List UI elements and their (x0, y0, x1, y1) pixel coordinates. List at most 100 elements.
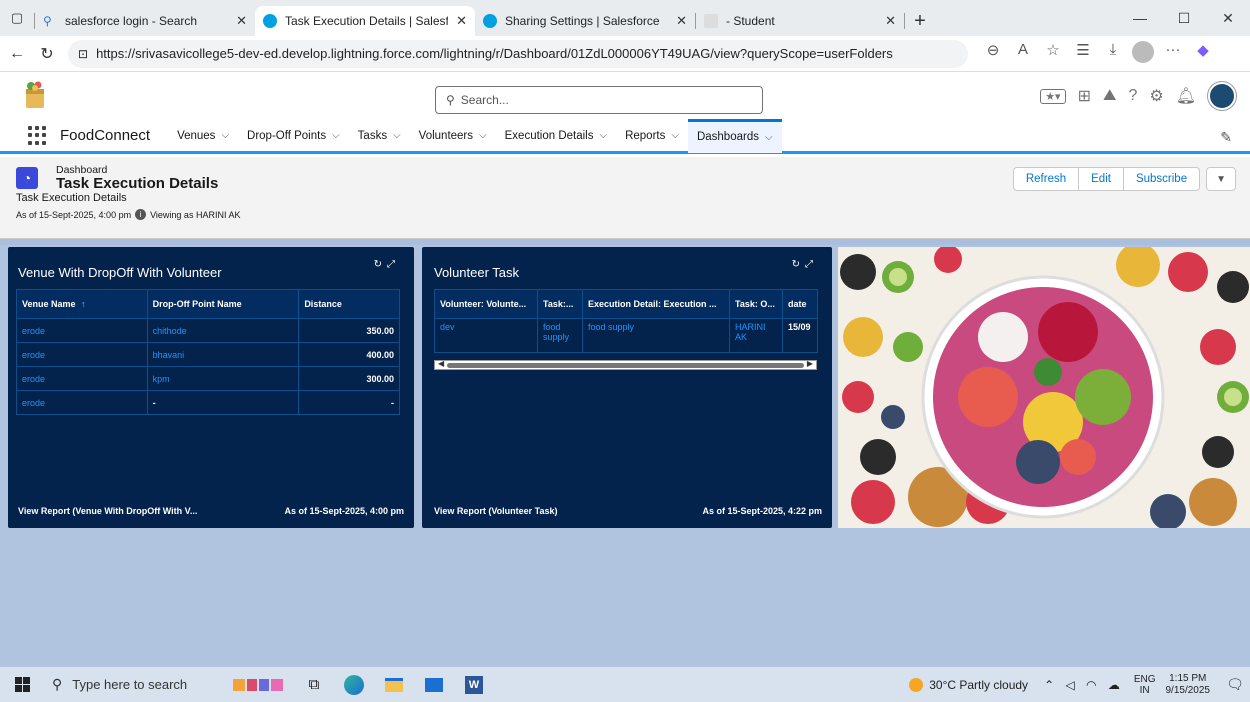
favorites-star-icon[interactable]: ★▾ (1040, 88, 1066, 104)
app-logo-icon[interactable] (20, 80, 50, 110)
nav-item-volunteers[interactable]: Volunteers ⌵ (410, 119, 496, 153)
app-launcher-icon[interactable] (28, 125, 48, 146)
info-icon[interactable]: i (135, 209, 147, 220)
reload-icon[interactable]: ↻ (34, 44, 60, 64)
drop-off-link[interactable]: chithode (146, 318, 300, 343)
expand-icon[interactable]: ⤢ (805, 259, 818, 270)
weather-widget[interactable]: 30°C Partly cloudy (909, 677, 1028, 692)
scroll-left-icon[interactable]: ◀ (438, 359, 444, 368)
view-report-link[interactable]: View Report (Venue With DropOff With V..… (18, 506, 197, 516)
mail-icon[interactable] (414, 667, 454, 702)
nav-item-venues[interactable]: Venues ⌵ (168, 119, 238, 153)
refresh-button[interactable]: Refresh (1012, 167, 1080, 191)
edit-nav-pencil-icon[interactable]: ✎ (1220, 129, 1232, 146)
drop-off-link[interactable]: bhavani (146, 342, 300, 367)
close-tab-icon[interactable]: ✕ (676, 13, 687, 29)
notifications-bell-icon[interactable]: 🔔︎ (1176, 86, 1196, 106)
maximize-icon[interactable]: ☐ (1162, 0, 1206, 36)
close-window-icon[interactable]: ✕ (1206, 0, 1250, 36)
downloads-icon[interactable]: ⤓ (1098, 41, 1128, 67)
word-icon[interactable]: W (454, 667, 494, 702)
venue-link[interactable]: erode (16, 390, 148, 415)
search-placeholder: Search... (460, 93, 509, 107)
drop-off-link[interactable]: kpm (146, 366, 300, 391)
trailhead-icon[interactable]: ⛰ (1103, 87, 1116, 105)
nav-item-tasks[interactable]: Tasks ⌵ (349, 119, 410, 153)
refresh-widget-icon[interactable]: ↻ (374, 259, 387, 270)
global-search-input[interactable]: ⚲ Search... (435, 86, 763, 114)
venue-link[interactable]: erode (16, 342, 148, 367)
more-icon[interactable]: ··· (1158, 41, 1188, 67)
help-icon[interactable]: ? (1128, 87, 1137, 105)
favorites-icon[interactable]: ☰ (1068, 41, 1098, 67)
column-header-drop-off-point[interactable]: Drop-Off Point Name (146, 289, 300, 319)
horizontal-scrollbar[interactable]: ◀ ▶ (434, 359, 817, 370)
task-view-icon[interactable]: ⧉ (294, 667, 334, 702)
column-header-venue-name[interactable]: Venue Name ↑ (16, 289, 148, 319)
profile-icon[interactable] (1128, 40, 1158, 67)
start-button[interactable] (0, 667, 44, 702)
close-tab-icon[interactable]: ✕ (456, 13, 467, 29)
back-icon[interactable]: ← (4, 45, 30, 63)
clock[interactable]: 1:15 PM 9/15/2025 (1166, 673, 1211, 697)
nav-item-reports[interactable]: Reports ⌵ (616, 119, 688, 153)
chevron-down-icon[interactable]: ⌵ (221, 130, 229, 141)
refresh-widget-icon[interactable]: ↻ (792, 259, 805, 270)
edge-browser-icon[interactable] (334, 667, 374, 702)
expand-icon[interactable]: ⤢ (387, 259, 400, 270)
url-field[interactable]: ⊡ https://srivasavicollege5-dev-ed.devel… (68, 39, 968, 68)
column-header-task[interactable]: Task:... (537, 289, 583, 319)
close-tab-icon[interactable]: ✕ (236, 13, 247, 29)
tab-actions-icon[interactable]: ▢ (0, 0, 34, 36)
browser-tab-task-execution[interactable]: Task Execution Details | Salesforce ✕ (255, 6, 475, 36)
zoom-icon[interactable]: ⊖ (978, 41, 1008, 67)
global-create-icon[interactable]: ⊞ (1078, 86, 1091, 106)
chevron-down-icon[interactable]: ⌵ (479, 130, 487, 141)
chevron-down-icon[interactable]: ⌵ (332, 130, 340, 141)
browser-tab-sharing-settings[interactable]: Sharing Settings | Salesforce ✕ (475, 6, 695, 36)
chevron-down-icon[interactable]: ⌵ (599, 130, 607, 141)
notifications-icon[interactable]: 🗨︎ (1220, 676, 1250, 693)
nav-item-execution-details[interactable]: Execution Details ⌵ (496, 119, 616, 153)
site-info-icon[interactable]: ⊡ (78, 47, 88, 61)
browser-tab-student[interactable]: - Student ✕ (696, 6, 904, 36)
task-link[interactable]: food supply (537, 318, 583, 353)
volunteer-link[interactable]: dev (434, 318, 538, 353)
chevron-down-icon[interactable]: ⌵ (393, 130, 401, 141)
close-tab-icon[interactable]: ✕ (885, 13, 896, 29)
user-avatar[interactable] (1208, 82, 1236, 110)
column-header-execution-detail[interactable]: Execution Detail: Execution ... (582, 289, 730, 319)
subscribe-button[interactable]: Subscribe (1123, 167, 1201, 191)
column-header-date[interactable]: date (782, 289, 818, 319)
setup-gear-icon[interactable]: ⚙ (1149, 86, 1163, 106)
nav-item-dashboards[interactable]: Dashboards ⌵ (687, 118, 782, 153)
execution-detail-link[interactable]: food supply (582, 318, 730, 353)
venue-link[interactable]: erode (16, 366, 148, 391)
app-navigation-bar: FoodConnect Venues ⌵ Drop-Off Points ⌵ Tas… (0, 118, 1250, 154)
language-indicator[interactable]: ENG IN (1134, 674, 1156, 696)
chevron-down-icon[interactable]: ⌵ (765, 132, 773, 143)
scroll-right-icon[interactable]: ▶ (807, 359, 813, 368)
column-header-task-owner[interactable]: Task: O... (729, 289, 783, 319)
scrollbar-thumb[interactable] (447, 363, 804, 368)
view-report-link[interactable]: View Report (Volunteer Task) (434, 506, 558, 516)
read-aloud-icon[interactable]: A (1008, 41, 1038, 67)
new-tab-icon[interactable]: + (905, 6, 935, 36)
browser-tab-search[interactable]: ⚲ salesforce login - Search ✕ (35, 6, 255, 36)
chevron-down-icon[interactable]: ⌵ (671, 130, 679, 141)
task-owner-link[interactable]: HARINI AK (729, 318, 783, 353)
favorite-star-icon[interactable]: ☆ (1038, 41, 1068, 67)
venue-link[interactable]: erode (16, 318, 148, 343)
minimize-icon[interactable]: — (1118, 0, 1162, 36)
copilot-icon[interactable]: ◆ (1188, 41, 1218, 67)
search-highlights-icon[interactable] (224, 667, 294, 702)
column-header-volunteer[interactable]: Volunteer: Volunte... (434, 289, 538, 319)
sort-arrow-icon[interactable]: ↑ (81, 299, 86, 309)
edit-button[interactable]: Edit (1079, 167, 1124, 191)
tray-icons[interactable]: ⌃ ◁ ◠ ☁ (1044, 678, 1124, 692)
taskbar-search-input[interactable]: ⚲ Type here to search (44, 667, 224, 702)
more-actions-dropdown-icon[interactable]: ▼ (1206, 167, 1236, 191)
column-header-distance[interactable]: Distance (298, 289, 400, 319)
nav-item-drop-off-points[interactable]: Drop-Off Points ⌵ (238, 119, 349, 153)
file-explorer-icon[interactable] (374, 667, 414, 702)
